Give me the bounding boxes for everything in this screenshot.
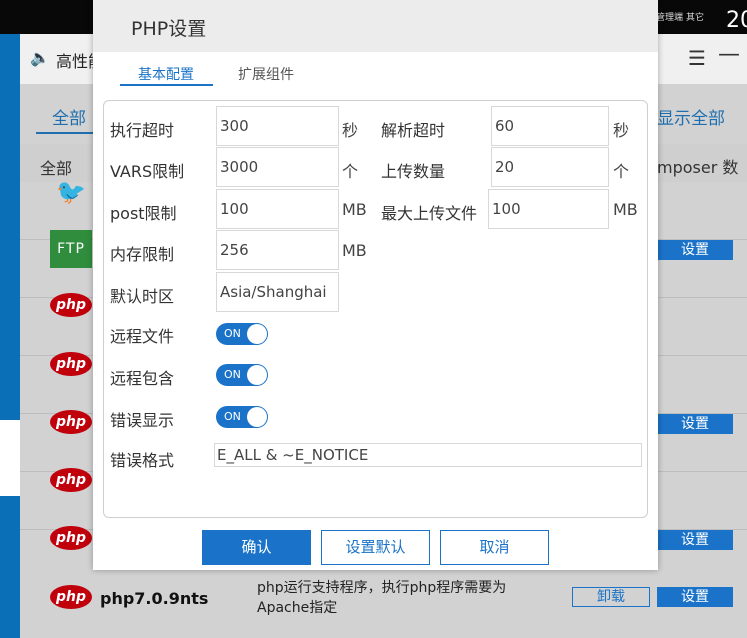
upload-count-input[interactable]: 20 — [491, 147, 609, 187]
tab-extensions[interactable]: 扩展组件 — [238, 64, 294, 84]
parse-timeout-unit: 秒 — [613, 121, 630, 140]
dialog-titlebar: PHP设置 — [93, 0, 658, 52]
upload-count-label: 上传数量 — [381, 162, 446, 181]
display-errors-label: 错误显示 — [110, 411, 175, 430]
tab-all[interactable]: 全部 — [40, 155, 72, 179]
topbar-text: 其它 — [686, 13, 705, 23]
filter-all[interactable]: 全部 — [52, 104, 86, 129]
set-button[interactable]: 设置 — [657, 587, 733, 607]
timezone-input[interactable]: Asia/Shanghai — [216, 272, 339, 312]
uninstall-button[interactable]: 卸载 — [572, 587, 650, 607]
remote-file-toggle[interactable]: ON — [216, 323, 268, 345]
parse-timeout-label: 解析超时 — [381, 121, 446, 140]
memory-limit-unit: MB — [342, 241, 367, 260]
max-upload-unit: MB — [613, 200, 638, 219]
toggle-state: ON — [224, 368, 241, 381]
exec-timeout-input[interactable]: 300 — [216, 106, 339, 146]
toggle-state: ON — [224, 327, 241, 340]
minimize-icon[interactable]: — — [718, 42, 740, 67]
upload-count-unit: 个 — [613, 162, 630, 181]
php-logo-icon: php — [50, 352, 92, 376]
set-button[interactable]: 设置 — [657, 240, 733, 260]
set-default-button[interactable]: 设置默认 — [321, 530, 430, 565]
timezone-label: 默认时区 — [110, 287, 175, 306]
php-logo-icon: php — [50, 585, 92, 609]
speaker-icon[interactable]: 🔈 — [30, 48, 50, 67]
topbar-text: 管理端 — [656, 13, 684, 23]
error-format-input[interactable]: E_ALL & ~E_NOTICE — [214, 443, 642, 467]
vars-limit-label: VARS限制 — [110, 162, 185, 181]
toggle-knob — [247, 407, 267, 427]
post-limit-label: post限制 — [110, 204, 177, 223]
confirm-button[interactable]: 确认 — [202, 530, 311, 565]
tab-basic-config[interactable]: 基本配置 — [138, 64, 194, 84]
toggle-knob — [247, 365, 267, 385]
php-settings-dialog: PHP设置 基本配置 扩展组件 执行超时 300 秒 解析超时 60 秒 VAR… — [93, 0, 658, 570]
php-logo-icon: php — [50, 468, 92, 492]
memory-limit-input[interactable]: 256 — [216, 230, 339, 270]
memory-limit-label: 内存限制 — [110, 245, 175, 264]
ftp-logo-icon: FTP — [50, 230, 92, 268]
remote-include-toggle[interactable]: ON — [216, 364, 268, 386]
left-strip-white — [0, 420, 20, 496]
filter-underline — [36, 132, 100, 134]
vars-limit-unit: 个 — [342, 162, 359, 181]
row-description: php运行支持程序，执行php程序需要为Apache指定 — [257, 580, 507, 616]
bird-logo-icon: 🐦 — [56, 178, 86, 206]
parse-timeout-input[interactable]: 60 — [491, 106, 609, 146]
max-upload-input[interactable]: 100 — [488, 189, 609, 229]
max-upload-label: 最大上传文件 — [381, 204, 478, 223]
menu-icon[interactable]: ☰ — [688, 46, 706, 70]
tab-composer[interactable]: mposer 数 — [657, 154, 738, 178]
topbar-big-text: 20 — [726, 8, 747, 33]
toggle-knob — [247, 324, 267, 344]
set-button[interactable]: 设置 — [657, 530, 733, 550]
toggle-state: ON — [224, 410, 241, 423]
row-name: php7.0.9nts — [100, 589, 209, 608]
set-button[interactable]: 设置 — [657, 414, 733, 434]
vars-limit-input[interactable]: 3000 — [216, 147, 339, 187]
post-limit-input[interactable]: 100 — [216, 189, 339, 229]
remote-file-label: 远程文件 — [110, 327, 175, 346]
left-strip — [0, 34, 20, 638]
exec-timeout-label: 执行超时 — [110, 121, 175, 140]
active-tab-underline — [120, 84, 213, 86]
remote-include-label: 远程包含 — [110, 369, 175, 388]
exec-timeout-unit: 秒 — [342, 121, 359, 140]
php-logo-icon: php — [50, 293, 92, 317]
post-limit-unit: MB — [342, 200, 367, 219]
php-logo-icon: php — [50, 410, 92, 434]
error-format-label: 错误格式 — [110, 451, 175, 470]
dialog-title: PHP设置 — [131, 18, 207, 40]
display-errors-toggle[interactable]: ON — [216, 406, 268, 428]
cancel-button[interactable]: 取消 — [440, 530, 549, 565]
show-all-link[interactable]: 显示全部 — [657, 104, 725, 129]
php-logo-icon: php — [50, 526, 92, 550]
